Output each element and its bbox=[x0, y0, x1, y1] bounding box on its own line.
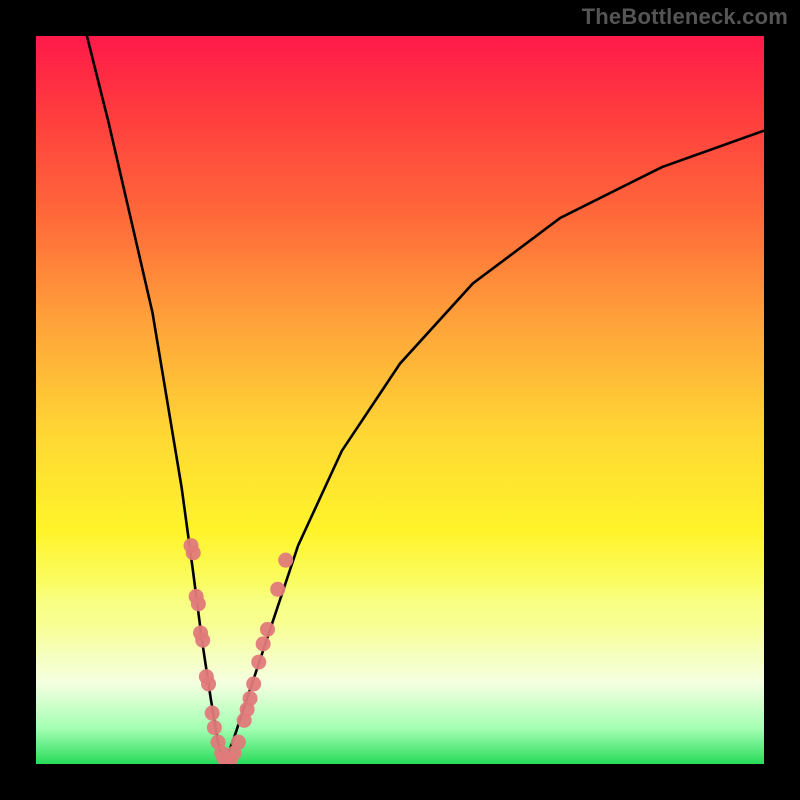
chart-svg bbox=[36, 36, 764, 764]
chart-frame: TheBottleneck.com bbox=[0, 0, 800, 800]
watermark-label: TheBottleneck.com bbox=[582, 4, 788, 30]
data-point bbox=[231, 735, 246, 750]
data-point bbox=[270, 582, 285, 597]
data-point bbox=[195, 633, 210, 648]
data-point bbox=[278, 553, 293, 568]
data-point bbox=[246, 676, 261, 691]
data-point bbox=[186, 545, 201, 560]
data-point bbox=[243, 691, 258, 706]
plot-area bbox=[36, 36, 764, 764]
data-point bbox=[205, 706, 220, 721]
data-point bbox=[260, 622, 275, 637]
data-point bbox=[251, 655, 266, 670]
curve-right bbox=[224, 131, 764, 764]
curve-left bbox=[87, 36, 224, 764]
data-points bbox=[184, 538, 294, 764]
data-point bbox=[191, 596, 206, 611]
data-point bbox=[256, 636, 271, 651]
data-point bbox=[201, 676, 216, 691]
data-point bbox=[207, 720, 222, 735]
